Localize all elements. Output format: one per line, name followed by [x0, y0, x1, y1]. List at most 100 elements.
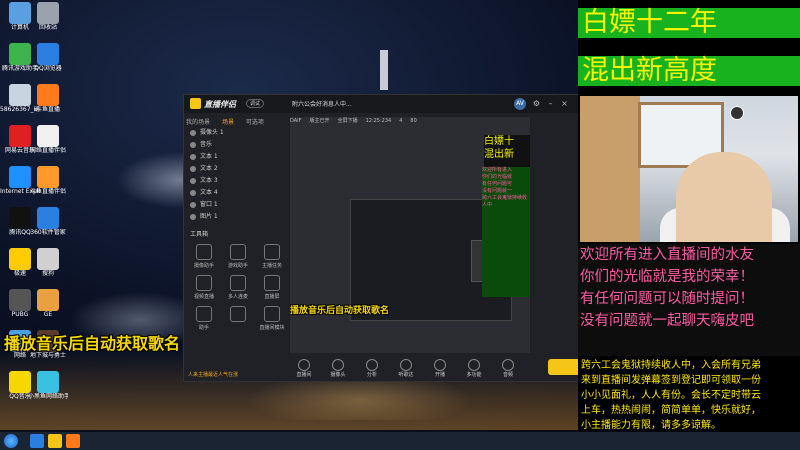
bottom-action-label: 音频 — [502, 372, 513, 378]
eye-icon[interactable] — [190, 153, 196, 160]
tool-label: 视频直播 — [193, 294, 214, 300]
desktop-icon[interactable]: GE — [28, 289, 68, 319]
bottom-action-bar: 直播间 摄像头 分析 听歌达 开播 多功能 音频 — [290, 357, 580, 379]
tool-button[interactable]: 视频直播 — [188, 275, 220, 300]
tool-button[interactable] — [222, 306, 254, 331]
announcement-bar[interactable]: 附六公会好消息人中... — [292, 99, 382, 109]
desktop-app-icon — [37, 207, 59, 229]
eye-icon[interactable] — [190, 213, 196, 220]
desktop-icon[interactable]: QQ浏览器 — [28, 43, 68, 73]
desktop-app-icon — [37, 289, 59, 311]
bottom-action[interactable]: 摄像头 — [324, 359, 352, 378]
headline-line-1: 白嫖十二年 — [578, 8, 800, 38]
welcome-line: 有任何问题可以随时提问！ — [580, 291, 754, 307]
tool-button[interactable]: 主播任务 — [256, 244, 288, 269]
bottom-action[interactable]: 音频 — [494, 359, 522, 378]
avatar[interactable]: AV — [514, 98, 526, 110]
tool-button[interactable]: 摄像助手 — [188, 244, 220, 269]
tool-label: 直播屏 — [264, 294, 280, 300]
source-label: 音乐 — [200, 141, 213, 148]
eye-icon[interactable] — [190, 165, 196, 172]
welcome-line: 没有问题就一起聊天嗨皮吧 — [580, 313, 754, 329]
eye-icon[interactable] — [190, 201, 196, 208]
eye-icon[interactable] — [190, 141, 196, 148]
tool-button[interactable]: 多人连麦 — [222, 275, 254, 300]
desktop-icon[interactable]: 网络直播伴侣 — [28, 125, 68, 155]
bottom-action[interactable]: 多功能 — [460, 359, 488, 378]
desktop-app-icon — [37, 371, 59, 393]
mini-welcome-line: 你们的光临就 — [482, 174, 513, 180]
preview-meta-item: 全屏下播 — [337, 118, 358, 124]
app-titlebar[interactable]: 直播伴侣 调试 附六公会好消息人中... AV ⚙ – × — [184, 95, 580, 113]
source-row[interactable]: 图片 1 — [186, 211, 286, 223]
preview-meta-bar: DAIF 版主已开 全屏下播 12:25:234 4 80 — [290, 117, 530, 129]
tool-button[interactable]: 直播间模块 — [256, 306, 288, 331]
eye-icon[interactable] — [190, 189, 196, 196]
tool-label: 摄像助手 — [193, 263, 214, 269]
bottom-action[interactable]: 直播间 — [290, 359, 318, 378]
tool-icon — [196, 275, 212, 291]
stream-preview[interactable]: DAIF 版主已开 全屏下播 12:25:234 4 80 白嫖十 混出新 欢迎所有进入 … — [290, 117, 530, 353]
desktop-icon[interactable]: 小黑鱼网络助手 — [28, 371, 68, 401]
preview-meta-item: 版主已开 — [309, 118, 330, 124]
desktop-icon[interactable]: 360软件管家 — [28, 207, 68, 237]
tab-options[interactable]: 可选项 — [246, 117, 264, 126]
tool-label: 直播间模块 — [259, 325, 285, 331]
bottom-action-icon — [400, 359, 412, 371]
toolbox-grid: 摄像助手 游戏助手 主播任务视频直播 多人连麦 直播屏助手 直播间模块 — [186, 238, 286, 337]
tool-button[interactable]: 直播屏 — [256, 275, 288, 300]
bottom-action[interactable]: 分析 — [358, 359, 386, 378]
desktop-icon-label: GE — [43, 311, 53, 318]
tool-icon — [230, 244, 246, 260]
source-row[interactable]: 音乐 — [186, 139, 286, 151]
close-icon[interactable]: × — [560, 99, 569, 108]
source-row[interactable]: 窗口 1 — [186, 199, 286, 211]
desktop-app-icon — [37, 2, 59, 24]
source-label: 摄像头 1 — [200, 129, 224, 136]
tool-label: 游戏助手 — [227, 263, 248, 269]
start-button[interactable] — [4, 434, 18, 448]
notice-line: 跨六工会鬼狱持续收人中，入会所有兄弟 — [581, 360, 761, 371]
source-row[interactable]: 文本 2 — [186, 163, 286, 175]
tool-button[interactable]: 游戏助手 — [222, 244, 254, 269]
scene-tabs: 我的场景 场景 可选项 — [186, 117, 286, 127]
bottom-action-label: 多功能 — [466, 372, 482, 378]
bottom-action[interactable]: 开播 — [426, 359, 454, 378]
taskbar-folder-icon[interactable] — [48, 434, 62, 448]
preview-meta-item: 80 — [410, 118, 417, 124]
taskbar-browser-icon[interactable] — [30, 434, 44, 448]
tool-icon — [230, 275, 246, 291]
source-row[interactable]: 文本 4 — [186, 187, 286, 199]
minimize-icon[interactable]: – — [546, 99, 555, 108]
bottom-action-icon — [366, 359, 378, 371]
source-row[interactable]: 文本 3 — [186, 175, 286, 187]
taskbar-live-app-icon[interactable] — [66, 434, 80, 448]
desktop-icon[interactable]: 搜狗 — [28, 248, 68, 278]
tab-scenes[interactable]: 场景 — [222, 117, 234, 126]
notice-line: 小小见面礼，人人有份。会长不定时带云 — [581, 390, 761, 401]
eye-icon[interactable] — [190, 129, 196, 136]
desktop-icon-label: 回收站 — [38, 24, 57, 31]
source-list: 摄像头 1 音乐文本 1 文本 2 文本 3 文本 4 窗口 1 图片 1 — [186, 127, 286, 223]
source-row[interactable]: 摄像头 1 — [186, 127, 286, 139]
tool-button[interactable]: 助手 — [188, 306, 220, 331]
bottom-action-icon — [332, 359, 344, 371]
eye-icon[interactable] — [190, 177, 196, 184]
bottom-action-label: 直播间 — [296, 372, 312, 378]
desktop-icon[interactable]: 回收站 — [28, 2, 68, 32]
bottom-action[interactable]: 听歌达 — [392, 359, 420, 378]
bottom-action-icon — [298, 359, 310, 371]
tool-icon — [196, 244, 212, 260]
desktop-icon[interactable]: 斗鱼直播伴侣 — [28, 166, 68, 196]
tool-icon — [264, 275, 280, 291]
source-label: 窗口 1 — [200, 201, 218, 208]
live-companion-window: 直播伴侣 调试 附六公会好消息人中... AV ⚙ – × 我的场景 场景 可选… — [183, 94, 581, 382]
desktop-app-icon — [37, 125, 59, 147]
tab-my-scenes[interactable]: 我的场景 — [186, 117, 210, 126]
desktop-icon[interactable]: 斗鱼直播 — [28, 84, 68, 114]
settings-icon[interactable]: ⚙ — [532, 99, 541, 108]
source-row[interactable]: 文本 1 — [186, 151, 286, 163]
bottom-action-label: 分析 — [366, 372, 377, 378]
go-live-button[interactable] — [548, 359, 580, 375]
app-badge[interactable]: 调试 — [246, 99, 265, 108]
